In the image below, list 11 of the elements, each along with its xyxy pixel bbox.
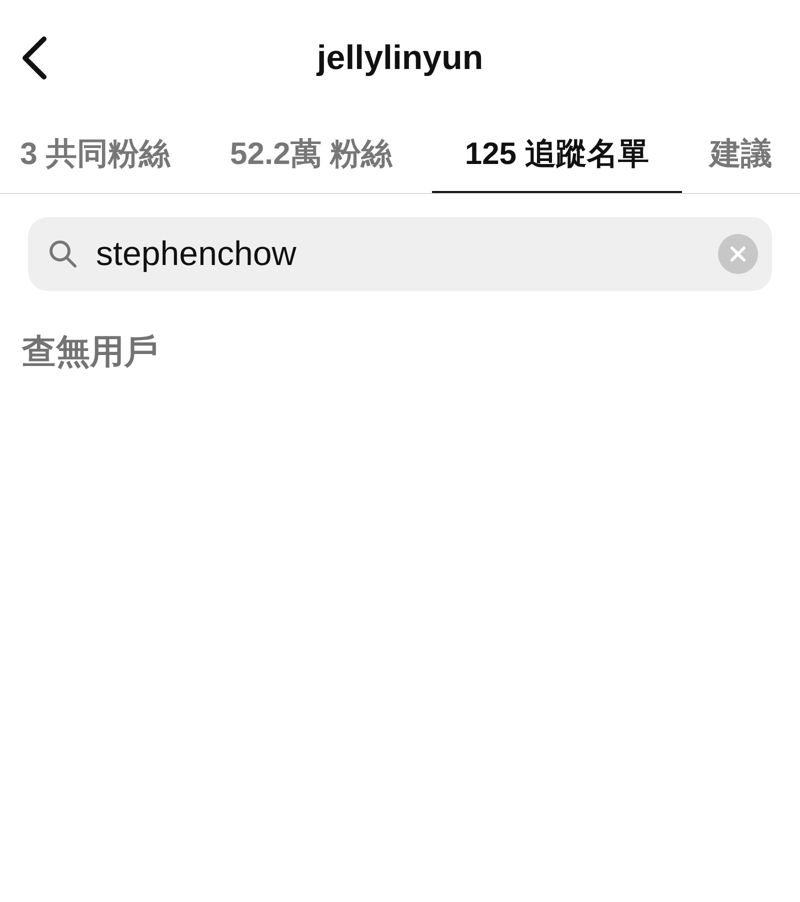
tab[interactable]: 建議 <box>682 116 800 193</box>
tab[interactable]: 3 共同粉絲 <box>0 116 190 193</box>
search-field[interactable]: stephenchow <box>28 217 772 291</box>
search-input[interactable]: stephenchow <box>94 234 702 274</box>
search-icon <box>48 239 78 269</box>
tab[interactable]: 52.2萬 粉絲 <box>190 116 432 193</box>
tab[interactable]: 125 追蹤名單 <box>432 116 682 193</box>
close-icon <box>730 246 746 262</box>
profile-username: jellylinyun <box>316 38 484 78</box>
back-icon <box>20 36 48 80</box>
no-results-message: 查無用戶 <box>22 332 159 373</box>
